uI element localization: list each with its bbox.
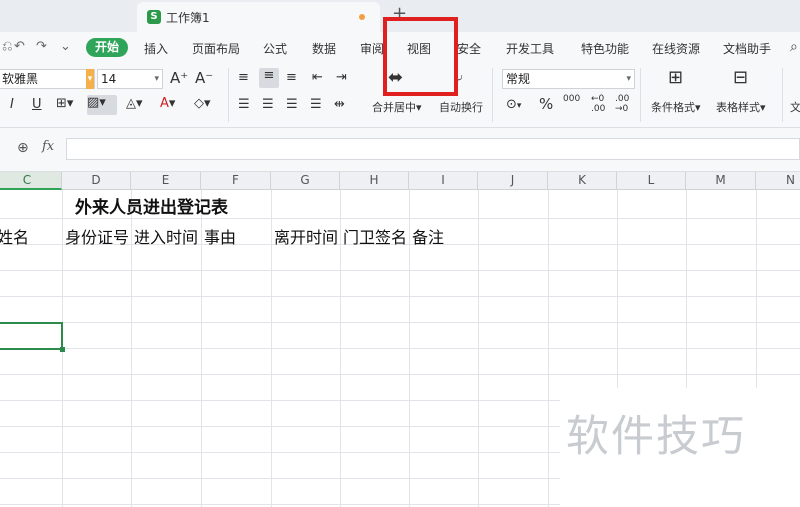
- column-header-j[interactable]: J: [478, 172, 548, 190]
- increase-decimal-icon[interactable]: ←0 .00: [591, 94, 607, 114]
- ribbon-separator: [640, 68, 641, 122]
- font-size-select[interactable]: 14 ▾: [97, 69, 163, 89]
- justify-icon[interactable]: ☰: [310, 97, 322, 113]
- sheet-title-cell[interactable]: 外来人员进出登记表: [75, 193, 228, 218]
- tab-data[interactable]: 数据: [312, 40, 336, 57]
- column-header-d[interactable]: D: [62, 172, 131, 190]
- watermark-text: 软件技巧: [566, 412, 746, 462]
- grid-line: [0, 322, 800, 323]
- clear-format-icon[interactable]: ◇▾: [194, 96, 211, 112]
- tab-developer[interactable]: 开发工具: [506, 40, 554, 57]
- search-icon[interactable]: ⌕: [790, 39, 798, 55]
- conditional-format-icon[interactable]: ⊞: [668, 69, 683, 87]
- borders-icon[interactable]: ⊞▾: [56, 96, 73, 112]
- tab-online-resources[interactable]: 在线资源: [652, 40, 700, 57]
- grid-line: [0, 296, 800, 297]
- header-cell-id-number[interactable]: 身份证号: [65, 224, 131, 248]
- header-cell-entry-time[interactable]: 进入时间: [134, 224, 201, 248]
- tab-security[interactable]: 安全: [457, 40, 481, 57]
- percent-icon[interactable]: %: [539, 96, 553, 112]
- font-size-value: 14: [101, 72, 117, 86]
- header-cell-leave-time[interactable]: 离开时间: [274, 224, 340, 248]
- redo-icon[interactable]: ↷: [36, 39, 47, 54]
- number-format-select[interactable]: 常规 ▾: [502, 69, 635, 89]
- document-tab[interactable]: S 工作簿1: [137, 2, 380, 32]
- increase-font-icon[interactable]: A⁺: [170, 70, 188, 86]
- formula-bar: ⊕ fx: [0, 128, 800, 172]
- grid-line: [0, 218, 800, 219]
- align-middle-icon[interactable]: ≡: [259, 68, 279, 88]
- document-helper-label[interactable]: 文: [790, 99, 800, 115]
- active-cell-selection[interactable]: [0, 322, 65, 352]
- grid-line: [0, 374, 800, 375]
- column-header-e[interactable]: E: [131, 172, 201, 190]
- tab-document-assistant[interactable]: 文档助手: [723, 40, 771, 57]
- tab-formulas[interactable]: 公式: [263, 40, 287, 57]
- italic-icon[interactable]: I: [10, 97, 14, 113]
- distributed-icon[interactable]: ⇹: [334, 97, 345, 113]
- formula-input[interactable]: [66, 138, 800, 160]
- table-style-icon[interactable]: ⊟: [733, 69, 748, 87]
- document-tab-name: 工作簿1: [166, 11, 210, 25]
- decrease-decimal-icon[interactable]: .00 →0: [615, 94, 631, 114]
- column-header-i[interactable]: I: [409, 172, 478, 190]
- column-header-n[interactable]: N: [756, 172, 800, 190]
- conditional-format-label[interactable]: 条件格式▾: [651, 99, 701, 115]
- decrease-indent-icon[interactable]: ⇤: [312, 70, 323, 86]
- wrap-text-label[interactable]: 自动换行: [439, 99, 483, 115]
- font-color-icon[interactable]: A▾: [160, 96, 175, 112]
- header-cell-reason[interactable]: 事由: [204, 224, 271, 248]
- column-header-m[interactable]: M: [686, 172, 756, 190]
- column-header-k[interactable]: K: [548, 172, 617, 190]
- header-cell-name[interactable]: 姓名: [0, 224, 61, 248]
- undo-icon[interactable]: ↶: [14, 39, 25, 54]
- table-style-label[interactable]: 表格样式▾: [716, 99, 766, 115]
- decrease-font-icon[interactable]: A⁻: [195, 70, 213, 86]
- cell-style-icon[interactable]: ▨▾: [87, 95, 117, 115]
- font-name-dropdown-icon[interactable]: ▾: [86, 69, 94, 89]
- column-header-c[interactable]: C: [0, 172, 62, 190]
- column-header-g[interactable]: G: [271, 172, 340, 190]
- undo-history-icon[interactable]: ⎌: [2, 39, 12, 54]
- spreadsheet-logo-icon: S: [147, 10, 161, 24]
- column-header-h[interactable]: H: [340, 172, 409, 190]
- grid-line: [0, 270, 800, 271]
- column-headers: C D E F G H I J K L M N: [0, 172, 800, 190]
- ribbon-separator: [782, 68, 783, 122]
- number-format-dropdown-icon: ▾: [626, 74, 631, 84]
- header-cell-guard-signature[interactable]: 门卫签名: [343, 224, 409, 248]
- unsaved-dot-icon: [359, 14, 365, 20]
- align-center-icon[interactable]: ☰: [262, 97, 274, 113]
- underline-icon[interactable]: U: [32, 97, 42, 113]
- merge-center-label[interactable]: 合并居中▾: [372, 99, 422, 115]
- ribbon-separator: [228, 68, 229, 122]
- increase-indent-icon[interactable]: ⇥: [336, 70, 347, 86]
- fill-color-icon[interactable]: ◬▾: [126, 96, 143, 112]
- currency-icon[interactable]: ⊙▾: [506, 97, 521, 114]
- font-size-dropdown-icon: ▾: [154, 74, 159, 84]
- fx-icon[interactable]: fx: [42, 139, 54, 154]
- tab-review[interactable]: 审阅: [360, 40, 384, 57]
- tab-start[interactable]: 开始: [86, 38, 128, 57]
- font-name-select[interactable]: 软雅黑 ▾: [0, 69, 95, 89]
- thousands-separator-icon[interactable]: 000: [563, 94, 580, 104]
- column-header-f[interactable]: F: [201, 172, 271, 190]
- view-tab-highlight-annotation: [383, 17, 458, 96]
- fill-handle[interactable]: [60, 347, 65, 352]
- column-header-l[interactable]: L: [617, 172, 686, 190]
- align-top-icon[interactable]: ≡: [238, 70, 249, 86]
- header-cell-remarks[interactable]: 备注: [412, 224, 478, 248]
- number-format-value: 常规: [506, 72, 531, 86]
- tab-page-layout[interactable]: 页面布局: [192, 40, 240, 57]
- ribbon-separator: [492, 68, 493, 122]
- tab-special-features[interactable]: 特色功能: [581, 40, 629, 57]
- customize-toolbar-icon[interactable]: ⌄: [60, 39, 71, 54]
- zoom-icon[interactable]: ⊕: [17, 140, 29, 156]
- align-bottom-icon[interactable]: ≡: [286, 70, 297, 86]
- grid-line: [0, 348, 800, 349]
- align-left-icon[interactable]: ☰: [238, 97, 250, 113]
- align-right-icon[interactable]: ☰: [286, 97, 298, 113]
- font-name-value: 软雅黑: [2, 72, 39, 86]
- tab-insert[interactable]: 插入: [144, 40, 168, 57]
